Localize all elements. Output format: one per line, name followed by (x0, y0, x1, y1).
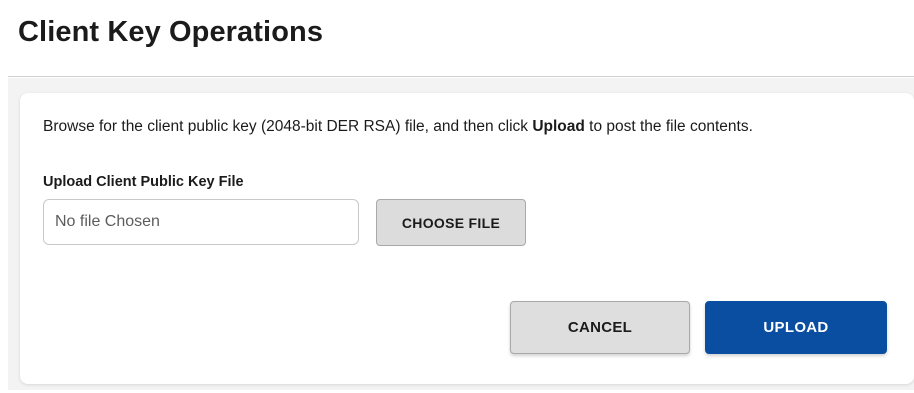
instructions-text: Browse for the client public key (2048-b… (43, 118, 753, 136)
page-title: Client Key Operations (18, 16, 324, 48)
cancel-button[interactable]: CANCEL (510, 301, 690, 354)
upload-file-label: Upload Client Public Key File (43, 174, 244, 190)
upload-button[interactable]: UPLOAD (705, 301, 887, 354)
instructions-prefix: Browse for the client public key (2048-b… (43, 118, 533, 135)
choose-file-button[interactable]: CHOOSE FILE (376, 199, 526, 246)
title-divider (8, 76, 914, 77)
file-name-input[interactable] (43, 199, 359, 245)
instructions-upload-emphasis: Upload (532, 118, 585, 135)
instructions-suffix: to post the file contents. (584, 118, 753, 135)
